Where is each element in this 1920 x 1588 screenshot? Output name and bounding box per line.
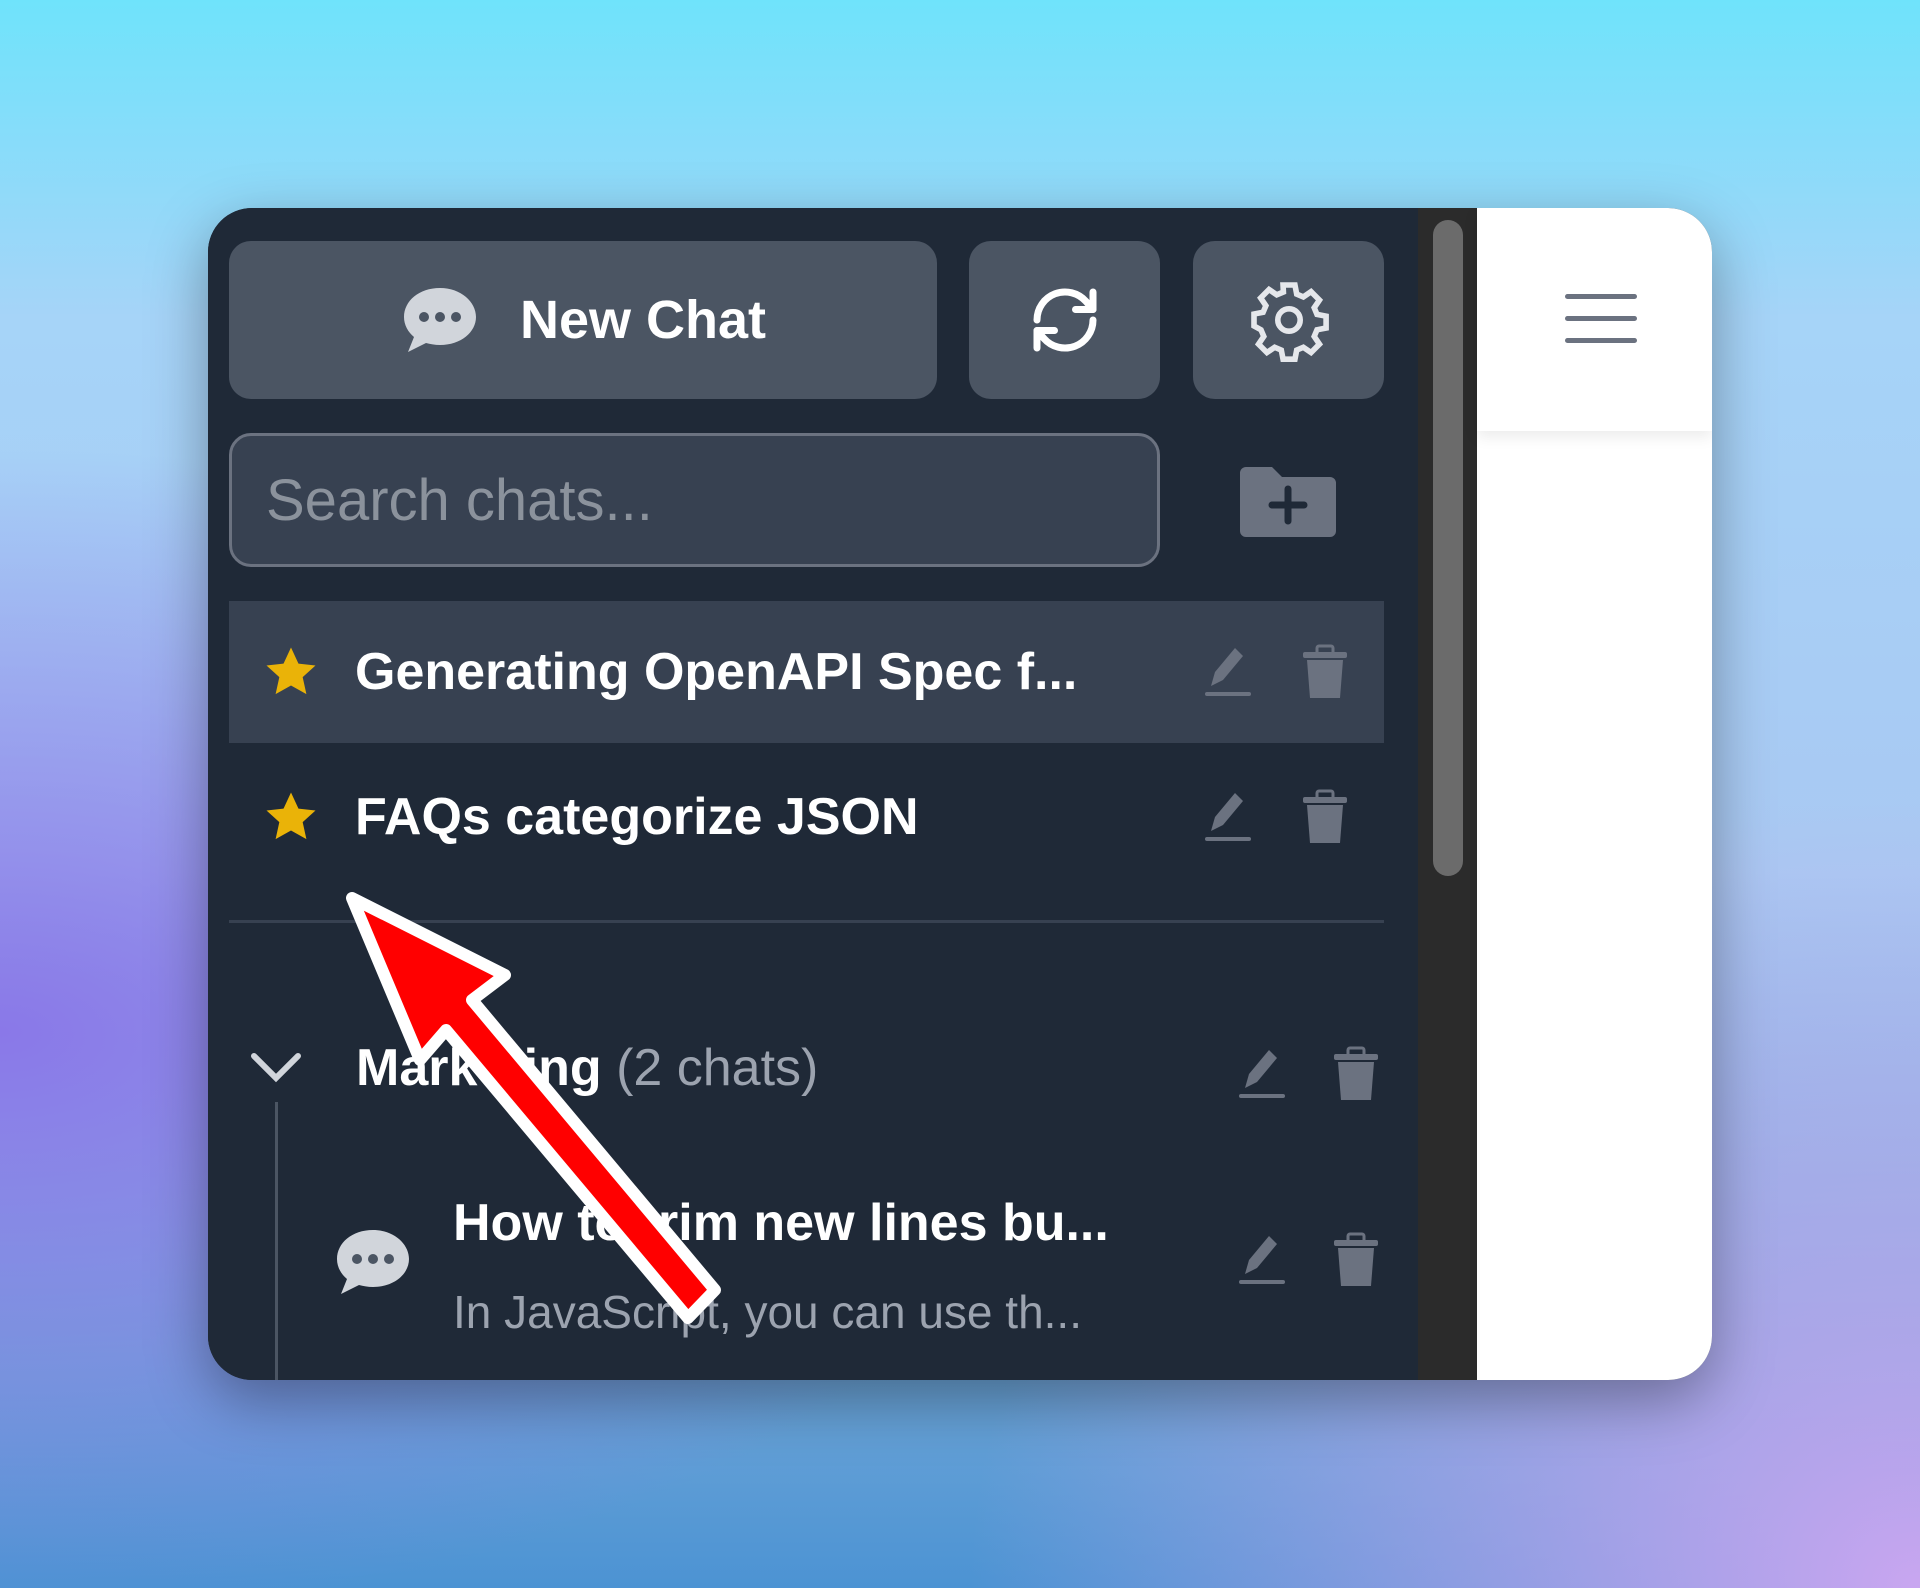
new-chat-label: New Chat xyxy=(519,290,767,350)
refresh-button[interactable] xyxy=(969,241,1160,399)
trash-icon[interactable] xyxy=(1330,1046,1382,1102)
scrollbar[interactable] xyxy=(1418,208,1477,1380)
folder-title[interactable]: Marketing (2 chats) xyxy=(356,1038,818,1098)
refresh-icon xyxy=(1033,288,1096,352)
pencil-icon[interactable] xyxy=(1235,1232,1287,1288)
trash-icon[interactable] xyxy=(1330,1232,1382,1288)
star-icon[interactable] xyxy=(263,789,319,845)
search-input[interactable] xyxy=(229,433,1160,567)
hamburger-menu-icon[interactable] xyxy=(1565,294,1637,344)
chat-item-favorite[interactable]: Generating OpenAPI Spec f... xyxy=(229,601,1384,743)
sidebar: New Chat Generating OpenAPI Spec f... FA… xyxy=(208,208,1418,1380)
pencil-icon[interactable] xyxy=(1201,644,1253,700)
pencil-icon[interactable] xyxy=(1235,1046,1287,1102)
gear-icon xyxy=(1250,282,1329,362)
trash-icon[interactable] xyxy=(1299,644,1351,700)
settings-button[interactable] xyxy=(1193,241,1384,399)
chat-title: How to trim new lines bu... xyxy=(453,1194,1109,1252)
folder-plus-icon[interactable] xyxy=(1240,465,1336,537)
folder-name: Marketing xyxy=(356,1039,602,1097)
main-pane xyxy=(1477,208,1712,1380)
chat-bubble-icon xyxy=(333,1226,413,1298)
app-window: New Chat Generating OpenAPI Spec f... FA… xyxy=(208,208,1712,1380)
chat-preview: In JavaScript, you can use th... xyxy=(453,1286,1082,1338)
chevron-down-icon[interactable] xyxy=(250,1048,302,1088)
trash-icon[interactable] xyxy=(1299,789,1351,845)
scrollbar-thumb[interactable] xyxy=(1433,220,1463,876)
chat-title: FAQs categorize JSON xyxy=(355,788,919,846)
folder-tree-line xyxy=(275,1102,278,1380)
new-chat-button[interactable]: New Chat xyxy=(229,241,937,399)
chat-title: Generating OpenAPI Spec f... xyxy=(355,643,1078,701)
chat-item-favorite[interactable]: FAQs categorize JSON xyxy=(229,746,1384,888)
pencil-icon[interactable] xyxy=(1201,789,1253,845)
star-icon[interactable] xyxy=(263,644,319,700)
divider xyxy=(229,920,1384,923)
chat-bubble-icon xyxy=(400,284,480,356)
folder-count: (2 chats) xyxy=(616,1039,819,1097)
